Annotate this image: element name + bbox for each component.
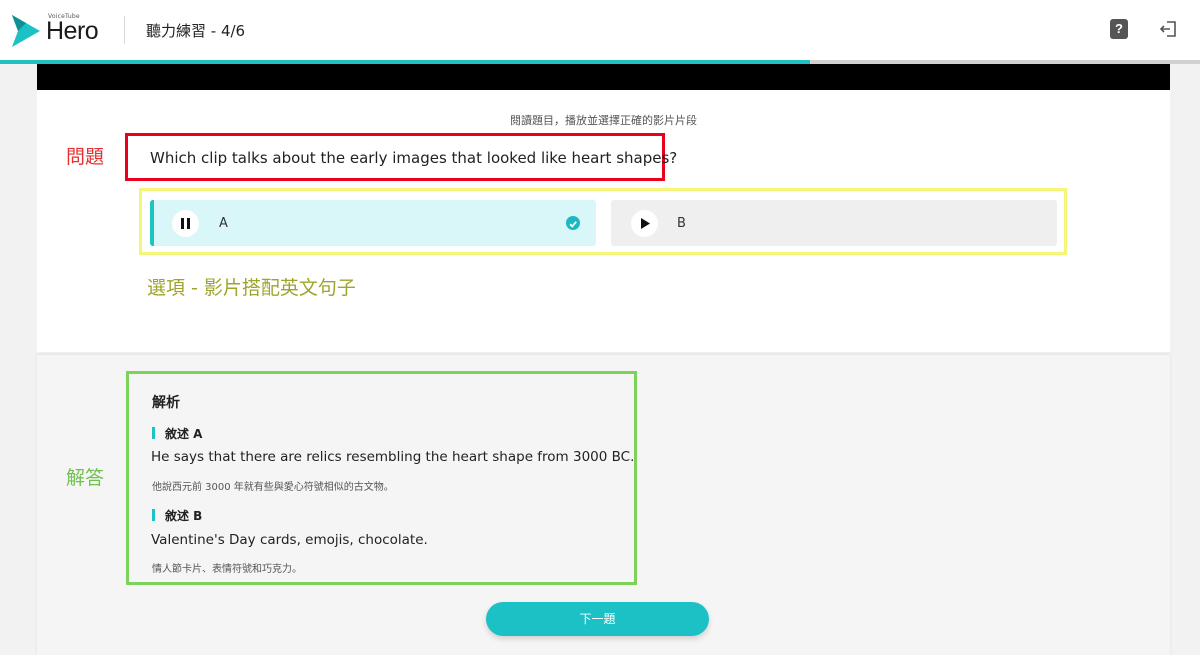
pause-icon (181, 218, 190, 229)
statement-a-english: He says that there are relics resembling… (151, 449, 635, 465)
option-letter: B (677, 216, 686, 231)
logo-play-icon (12, 15, 40, 47)
question-mark-icon[interactable]: ? (1110, 19, 1128, 39)
pause-button[interactable] (172, 210, 199, 237)
annotation-options-label: 選項 - 影片搭配英文句子 (147, 277, 356, 299)
page-title: 聽力練習 - 4/6 (146, 22, 246, 40)
logout-icon[interactable] (1160, 20, 1178, 38)
option-b[interactable]: B (611, 200, 1057, 246)
play-icon (641, 218, 650, 229)
explanation-title: 解析 (152, 395, 180, 411)
question-text: Which clip talks about the early images … (150, 149, 678, 167)
statement-b-heading: 敘述 B (152, 507, 202, 524)
statement-a-chinese: 他說西元前 3000 年就有些與愛心符號相似的古文物。 (152, 482, 394, 493)
question-box: Which clip talks about the early images … (125, 133, 677, 181)
header: VoiceTube Hero 聽力練習 - 4/6 ? (0, 0, 1200, 60)
annotation-question-label: 問題 (66, 146, 105, 168)
instruction-text: 閱讀題目，播放並選擇正確的影片片段 (510, 114, 697, 127)
statement-a-heading: 敘述 A (152, 425, 202, 442)
option-letter: A (219, 216, 228, 231)
play-button[interactable] (631, 210, 658, 237)
statement-b-english: Valentine's Day cards, emojis, chocolate… (151, 532, 428, 548)
statement-b-chinese: 情人節卡片、表情符號和巧克力。 (152, 564, 302, 575)
explanation-box: 解析 敘述 A He says that there are relics re… (126, 371, 637, 585)
logo[interactable]: VoiceTube Hero (12, 13, 104, 47)
option-a[interactable]: A (150, 200, 596, 246)
header-divider (124, 16, 125, 44)
next-question-button[interactable]: 下一題 (486, 602, 709, 636)
annotation-answer-label: 解答 (66, 467, 105, 489)
video-player[interactable] (37, 64, 1170, 90)
brand-name: Hero (46, 17, 99, 45)
options-group: A B (139, 188, 1067, 255)
check-circle-icon (566, 216, 580, 230)
